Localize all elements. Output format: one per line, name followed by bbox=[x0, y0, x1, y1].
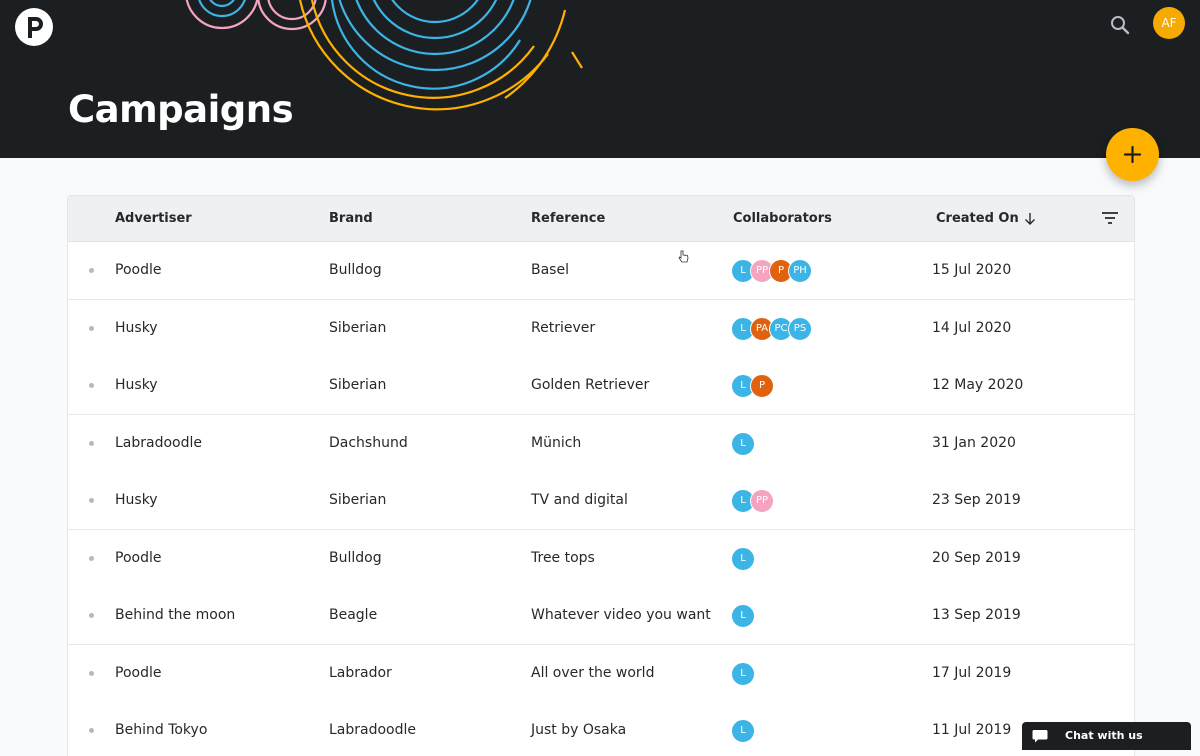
collaborator-avatar[interactable]: PS bbox=[788, 316, 812, 341]
cell-brand: Bulldog bbox=[329, 262, 382, 278]
chat-widget-label: Chat with us bbox=[1065, 729, 1143, 742]
cell-reference: Golden Retriever bbox=[531, 377, 650, 393]
cell-reference: All over the world bbox=[531, 664, 655, 681]
cell-created-on: 20 Sep 2019 bbox=[932, 549, 1021, 566]
table-row[interactable]: Husky Siberian Golden Retriever 12 May 2020… bbox=[68, 357, 1134, 415]
collaborator-avatar[interactable]: P bbox=[750, 374, 774, 398]
column-header-advertiser[interactable]: Advertiser bbox=[115, 196, 192, 241]
cell-reference: Basel bbox=[531, 262, 569, 278]
add-campaign-button[interactable] bbox=[1106, 128, 1159, 181]
cell-reference: Just by Osaka bbox=[531, 722, 627, 738]
cell-advertiser: Husky bbox=[115, 492, 158, 508]
table-row[interactable]: Labradoodle Dachshund Münich 31 Jan 2020 L bbox=[68, 414, 1134, 473]
search-icon[interactable] bbox=[1108, 13, 1132, 37]
cell-advertiser: Poodle bbox=[115, 262, 162, 278]
cell-brand: Labrador bbox=[329, 664, 392, 681]
cell-created-on: 31 Jan 2020 bbox=[932, 434, 1016, 451]
cell-reference: Whatever video you want bbox=[531, 607, 711, 623]
cell-advertiser: Husky bbox=[115, 377, 158, 393]
cell-created-on: 17 Jul 2019 bbox=[932, 664, 1012, 681]
table-row[interactable]: Behind the moon Beagle Whatever video you … bbox=[68, 587, 1134, 645]
cell-brand: Dachshund bbox=[329, 434, 408, 451]
campaigns-table: Advertiser Brand Reference Collaborators… bbox=[67, 195, 1135, 756]
collaborator-avatar[interactable]: L bbox=[731, 719, 755, 743]
row-status-dot bbox=[89, 613, 94, 618]
column-header-created-on[interactable]: Created On bbox=[936, 196, 1036, 241]
table-row[interactable]: Husky Siberian TV and digital 23 Sep 2019 L P… bbox=[68, 472, 1134, 530]
cell-brand: Siberian bbox=[329, 319, 387, 336]
filter-icon[interactable] bbox=[1100, 208, 1120, 228]
collaborator-avatar[interactable]: L bbox=[731, 546, 755, 571]
collaborator-avatar[interactable]: PH bbox=[788, 259, 812, 283]
cell-advertiser: Labradoodle bbox=[115, 434, 203, 451]
cell-advertiser: Poodle bbox=[115, 664, 162, 681]
cell-reference: Münich bbox=[531, 434, 582, 451]
cell-created-on: 15 Jul 2020 bbox=[932, 262, 1012, 278]
row-status-dot bbox=[89, 555, 94, 561]
row-status-dot bbox=[89, 728, 94, 733]
cell-advertiser: Behind the moon bbox=[115, 607, 236, 623]
table-row[interactable]: Behind Tokyo Labradoodle Just by Osaka 11 J… bbox=[68, 702, 1134, 756]
cell-created-on: 13 Sep 2019 bbox=[932, 607, 1021, 623]
row-status-dot bbox=[89, 440, 94, 446]
column-header-reference[interactable]: Reference bbox=[531, 196, 605, 241]
cell-reference: Tree tops bbox=[531, 549, 595, 566]
cell-brand: Siberian bbox=[329, 377, 387, 393]
collaborator-avatar[interactable]: PP bbox=[750, 489, 774, 513]
cell-brand: Siberian bbox=[329, 492, 387, 508]
cell-created-on: 14 Jul 2020 bbox=[932, 319, 1012, 336]
cell-created-on: 23 Sep 2019 bbox=[932, 492, 1021, 508]
brand-logo-icon[interactable] bbox=[15, 8, 53, 46]
collaborator-avatar[interactable]: L bbox=[731, 661, 755, 686]
cell-advertiser: Behind Tokyo bbox=[115, 722, 208, 738]
row-status-dot bbox=[89, 498, 94, 503]
row-status-dot bbox=[89, 325, 94, 331]
table-row[interactable]: Husky Siberian Retriever 14 Jul 2020 L PA PC PS bbox=[68, 299, 1134, 358]
cell-brand: Labradoodle bbox=[329, 722, 417, 738]
app-header: Campaigns AF bbox=[0, 0, 1200, 158]
cell-brand: Beagle bbox=[329, 607, 378, 623]
table-header: Advertiser Brand Reference Collaborators… bbox=[68, 196, 1134, 242]
cell-reference: TV and digital bbox=[531, 492, 628, 508]
cell-advertiser: Husky bbox=[115, 319, 158, 336]
row-status-dot bbox=[89, 670, 94, 676]
cell-advertiser: Poodle bbox=[115, 549, 162, 566]
cell-created-on: 12 May 2020 bbox=[932, 377, 1024, 393]
row-status-dot bbox=[89, 268, 94, 273]
table-row[interactable]: Poodle Labrador All over the world 17 Jul 2… bbox=[68, 644, 1134, 703]
row-status-dot bbox=[89, 383, 94, 388]
chat-bubble-icon bbox=[1032, 730, 1048, 743]
decorative-arcs-icon bbox=[185, 0, 583, 111]
column-header-brand[interactable]: Brand bbox=[329, 196, 373, 241]
sort-descending-icon bbox=[1024, 212, 1035, 225]
pointer-cursor-icon bbox=[678, 250, 689, 263]
table-row[interactable]: Poodle Bulldog Tree tops 20 Sep 2019 L bbox=[68, 529, 1134, 588]
page-title: Campaigns bbox=[68, 88, 294, 131]
collaborator-avatar[interactable]: L bbox=[731, 604, 755, 628]
chat-widget-button[interactable]: Chat with us bbox=[1022, 722, 1191, 750]
cell-created-on: 11 Jul 2019 bbox=[932, 722, 1012, 738]
column-header-collaborators[interactable]: Collaborators bbox=[733, 196, 832, 241]
user-avatar[interactable]: AF bbox=[1153, 7, 1185, 39]
collaborator-avatar[interactable]: L bbox=[731, 431, 755, 456]
column-header-created-on-label: Created On bbox=[936, 211, 1019, 226]
cell-reference: Retriever bbox=[531, 319, 596, 336]
plus-icon bbox=[1123, 145, 1142, 164]
cell-brand: Bulldog bbox=[329, 549, 382, 566]
table-row[interactable]: Poodle Bulldog Basel 15 Jul 2020 L PP P PH bbox=[68, 242, 1134, 300]
